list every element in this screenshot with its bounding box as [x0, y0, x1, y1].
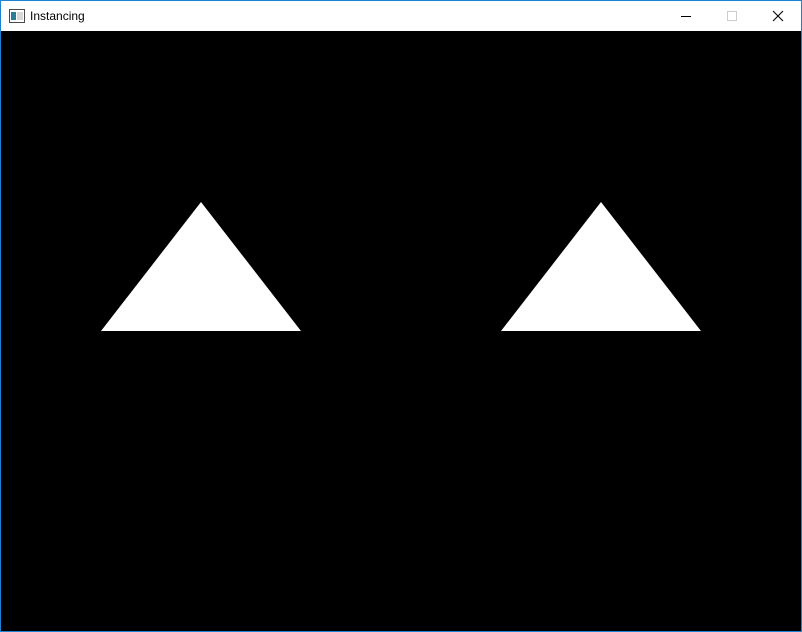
render-canvas[interactable]: [1, 31, 801, 631]
minimize-icon: [681, 16, 691, 17]
close-icon: [772, 10, 784, 22]
scene-svg: [101, 202, 701, 331]
triangle-instance-left: [101, 202, 301, 331]
triangle-instance-right: [501, 202, 701, 331]
app-window-icon[interactable]: [9, 9, 25, 23]
close-button[interactable]: [755, 1, 801, 31]
app-window: Instancing: [0, 0, 802, 632]
window-title: Instancing: [30, 9, 85, 23]
minimize-button[interactable]: [663, 1, 709, 31]
maximize-icon: [727, 11, 737, 21]
maximize-button[interactable]: [709, 1, 755, 31]
title-bar[interactable]: Instancing: [1, 1, 801, 31]
